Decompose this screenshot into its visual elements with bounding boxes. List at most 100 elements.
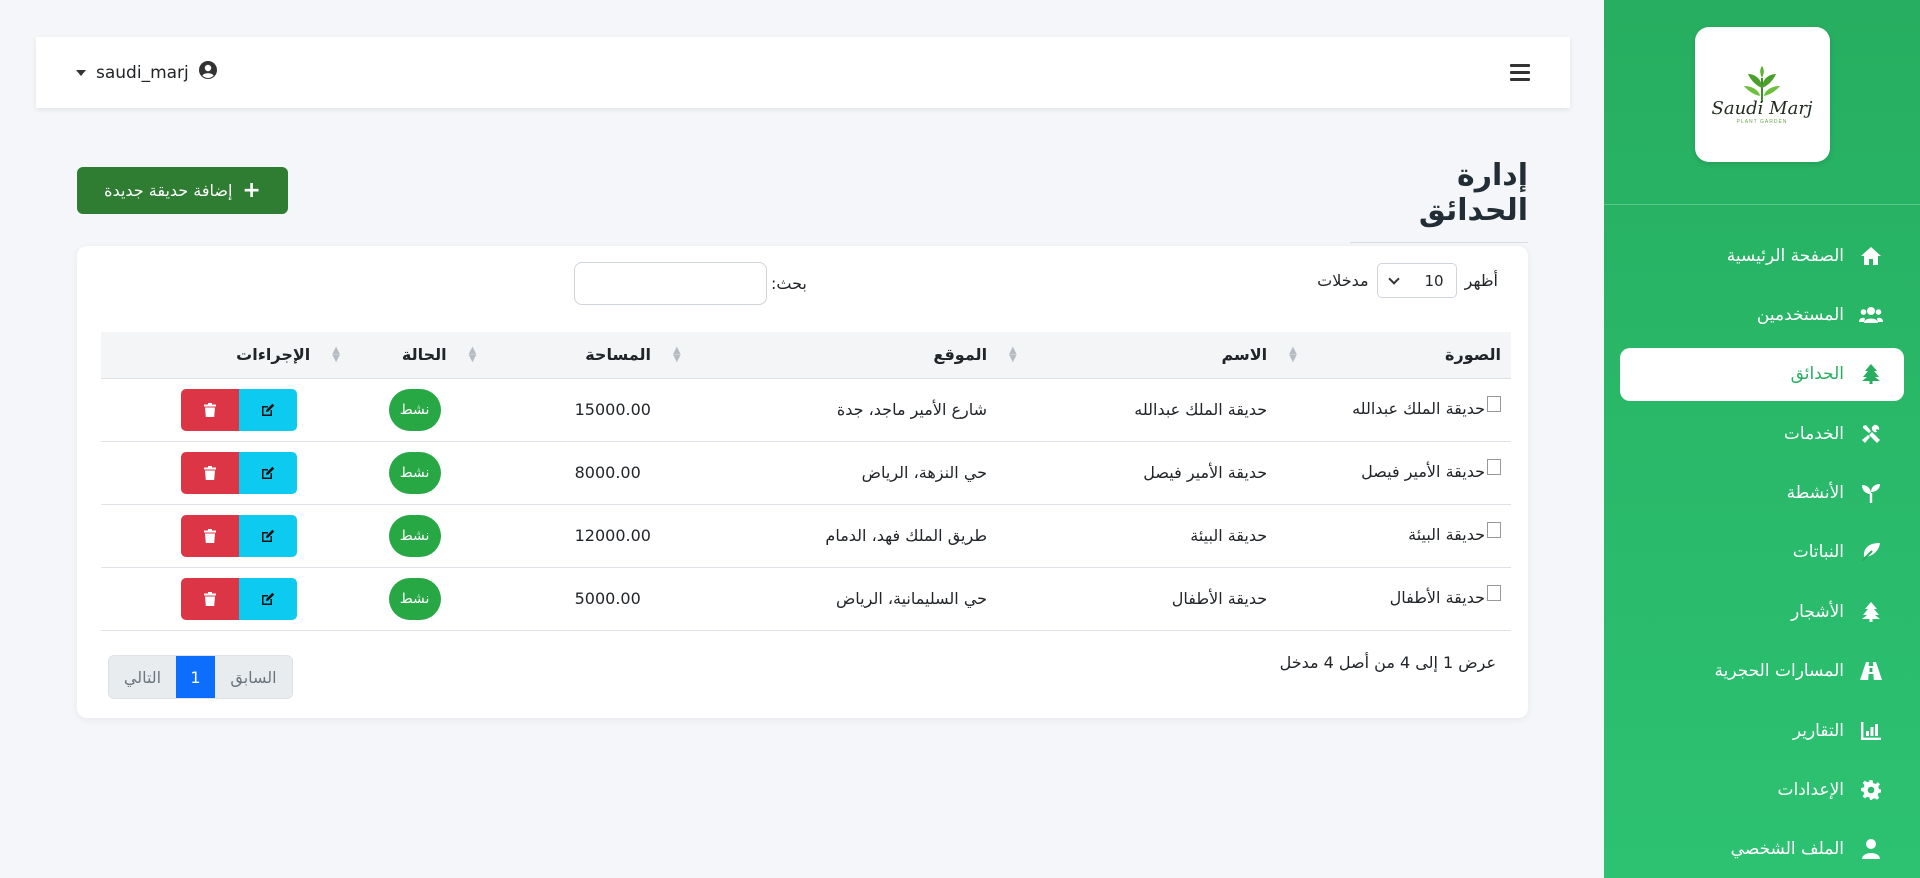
sidebar-item-home[interactable]: الصفحة الرئيسية (1620, 229, 1904, 282)
search-control: بحث: (574, 262, 807, 305)
logo-script-text: Saudi Marj (1711, 98, 1813, 119)
edit-button[interactable] (238, 514, 297, 557)
add-garden-button[interactable]: + إضافة حديقة جديدة (77, 167, 288, 214)
actions-cell (101, 567, 320, 630)
sidebar-item-label: التقارير (1792, 720, 1844, 741)
chart-icon (1858, 721, 1884, 740)
search-input[interactable] (574, 262, 767, 305)
sort-icon: ▲ ▼ (1009, 344, 1017, 364)
sidebar-item-label: الإعدادات (1777, 780, 1844, 801)
actions-cell (101, 378, 320, 441)
sidebar-item-users[interactable]: المستخدمين (1620, 288, 1904, 341)
table-row: حديقة الملك عبدالله حديقة الملك عبدالله … (101, 378, 1511, 441)
table-row: حديقة الأمير فيصل حديقة الأمير فيصل حي ا… (101, 441, 1511, 504)
sidebar-item-activities[interactable]: الأنشطة (1620, 467, 1904, 520)
sidebar-item-gardens[interactable]: الحدائق (1620, 347, 1904, 401)
pagination-page-1[interactable]: 1 (176, 656, 215, 698)
actions-cell (101, 441, 320, 504)
sidebar-item-reports[interactable]: التقارير (1620, 704, 1904, 757)
delete-button[interactable] (180, 577, 239, 620)
sidebar-item-stone-paths[interactable]: المسارات الحجرية (1620, 645, 1904, 698)
garden-name: حديقة الملك عبدالله (1134, 400, 1268, 419)
chevron-down-icon (1387, 272, 1400, 285)
user-icon (1858, 839, 1884, 860)
table-row: حديقة البيئة حديقة البيئة طريق الملك فهد… (101, 504, 1511, 567)
status-badge: نشط (388, 451, 441, 494)
tree-icon (1858, 601, 1884, 622)
trash-icon (203, 402, 216, 417)
user-menu[interactable]: saudi_marj (76, 61, 217, 84)
plus-icon: + (242, 177, 261, 203)
garden-location: حي النزهة، الرياض (861, 463, 988, 482)
sidebar-item-label: الحدائق (1790, 364, 1844, 385)
edit-button[interactable] (238, 451, 297, 494)
menu-toggle-icon[interactable] (1510, 64, 1530, 81)
edit-icon (261, 466, 274, 479)
status-badge: نشط (388, 577, 441, 620)
column-header-image[interactable]: الصورة ▲ ▼ (1277, 332, 1511, 379)
action-buttons (167, 388, 310, 431)
column-header-area[interactable]: المساحة ▲ ▼ (456, 332, 661, 379)
garden-image-alt: حديقة البيئة (1408, 524, 1485, 544)
garden-image-cell: حديقة الأطفال (1277, 567, 1511, 630)
pagination: التالي 1 السابق (108, 655, 293, 699)
trash-icon (203, 591, 216, 606)
edit-icon (261, 529, 274, 542)
action-buttons (167, 451, 310, 494)
sidebar-item-settings[interactable]: الإعدادات (1620, 764, 1904, 817)
gardens-table: الصورة ▲ ▼ الاسم ▲ ▼ الموقع ▲ ▼ المساحة ▲ ▼ … (101, 332, 1511, 631)
status-badge: نشط (388, 514, 441, 557)
garden-area: 8000.00 (574, 463, 641, 482)
garden-name: حديقة الأطفال (1171, 589, 1268, 608)
status-cell: نشط (320, 441, 456, 504)
edit-button[interactable] (238, 577, 297, 620)
sidebar-item-trees[interactable]: الأشجار (1620, 585, 1904, 638)
broken-image-icon (1487, 396, 1501, 413)
garden-location: حي السليمانية، الرياض (835, 589, 988, 608)
status-cell: نشط (320, 567, 456, 630)
garden-image-cell: حديقة الأمير فيصل (1277, 441, 1511, 504)
search-label: بحث: (771, 274, 807, 293)
edit-icon (261, 592, 274, 605)
page-length-control: أظهر 10 مدخلات (1317, 263, 1498, 298)
table-row: حديقة الأطفال حديقة الأطفال حي السليماني… (101, 567, 1511, 630)
sidebar-item-label: الأشجار (1790, 601, 1844, 622)
caret-down-icon (76, 69, 86, 76)
show-label: أظهر (1464, 271, 1498, 290)
pagination-prev-button[interactable]: السابق (215, 656, 292, 698)
broken-image-icon (1487, 585, 1501, 602)
sort-icon: ▲ ▼ (468, 344, 477, 364)
page-length-select[interactable]: 10 (1376, 263, 1457, 298)
broken-image-icon (1487, 522, 1501, 539)
delete-button[interactable] (180, 388, 239, 431)
page-title: إدارة الحدائق (1350, 158, 1528, 243)
tools-icon (1858, 424, 1884, 444)
garden-image-cell: حديقة البيئة (1277, 504, 1511, 567)
actions-cell (101, 504, 320, 567)
column-header-location[interactable]: الموقع ▲ ▼ (660, 332, 998, 379)
action-buttons (167, 577, 310, 620)
action-buttons (167, 514, 310, 557)
column-header-status[interactable]: الحالة ▲ ▼ (320, 332, 457, 379)
garden-location: طريق الملك فهد، الدمام (825, 526, 988, 545)
status-cell: نشط (320, 378, 456, 441)
sidebar-item-profile[interactable]: الملف الشخصي (1620, 823, 1904, 876)
column-header-name[interactable]: الاسم ▲ ▼ (997, 332, 1278, 379)
sidebar-item-services[interactable]: الخدمات (1620, 407, 1904, 460)
header-label: الصورة (1445, 345, 1501, 365)
garden-image-cell: حديقة الملك عبدالله (1277, 378, 1511, 441)
delete-button[interactable] (180, 514, 239, 557)
delete-button[interactable] (180, 451, 239, 494)
garden-name: حديقة البيئة (1190, 526, 1268, 545)
home-icon (1858, 246, 1884, 266)
brand-logo[interactable]: Saudi Marj PLANT GARDEN (1694, 27, 1830, 162)
garden-image-alt: حديقة الأمير فيصل (1361, 461, 1485, 481)
pagination-next-button[interactable]: التالي (109, 656, 176, 698)
header-label: الموقع (933, 345, 988, 365)
seedling-icon (1858, 483, 1884, 504)
table-info: عرض 1 إلى 4 من أصل 4 مدخل (1279, 653, 1496, 672)
sort-icon: ▲ ▼ (1289, 344, 1297, 364)
sidebar-item-label: الأنشطة (1786, 483, 1844, 504)
edit-button[interactable] (238, 388, 297, 431)
sidebar-item-plants[interactable]: النباتات (1620, 526, 1904, 579)
